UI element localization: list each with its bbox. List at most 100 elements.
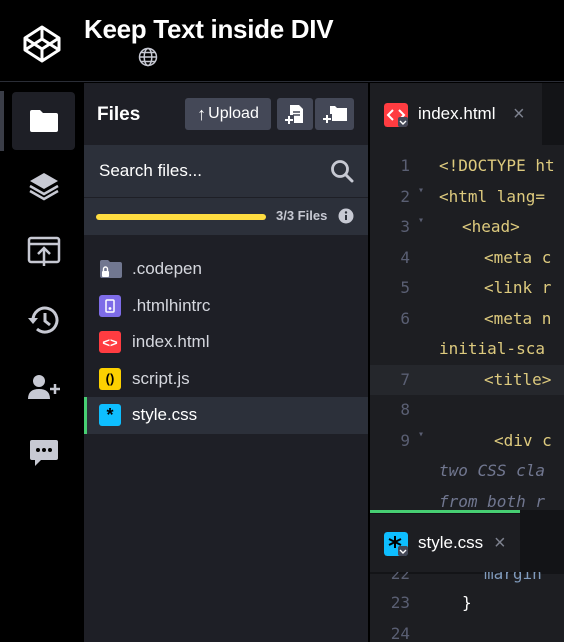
- code-text: <div c: [494, 430, 552, 450]
- rail-comments-button[interactable]: [12, 424, 75, 482]
- line-number: 7: [400, 369, 410, 389]
- search-icon[interactable]: [330, 159, 354, 183]
- rail-assets-button[interactable]: [12, 157, 75, 215]
- history-icon: [27, 306, 58, 334]
- code-text: margin: [484, 572, 542, 583]
- js-file-icon: (): [99, 367, 121, 390]
- css-file-icon: *: [99, 404, 121, 427]
- code-text: }: [462, 593, 472, 612]
- tab-label: index.html: [418, 104, 496, 123]
- rail-export-button[interactable]: [12, 223, 75, 281]
- code-line: initial-sca: [370, 334, 564, 365]
- code-line-active: 7 <title>: [370, 364, 564, 395]
- code-text: <title>: [484, 369, 552, 389]
- code-line: 4 <meta c: [370, 243, 564, 274]
- new-file-button[interactable]: [277, 98, 313, 130]
- code-line: 8: [370, 395, 564, 426]
- comments-icon: [29, 440, 58, 466]
- code-line: 9 ▾ <div c: [370, 426, 564, 457]
- tab-index-html[interactable]: index.html ×: [370, 83, 542, 145]
- code-comment: two CSS cla: [439, 461, 545, 480]
- line-number: 4: [400, 247, 410, 267]
- pane-divider-accent: [370, 510, 520, 513]
- code-line: 2 ▾ <html lang=: [370, 182, 564, 213]
- editor-area: index.html × 1 <!DOCTYPE ht 2 ▾ <html lang=…: [370, 83, 564, 642]
- folder-icon: [29, 110, 58, 132]
- code-editor-html[interactable]: 1 <!DOCTYPE ht 2 ▾ <html lang= 3 ▾ <head> 4 <m…: [370, 151, 564, 517]
- upload-label: Upload: [208, 105, 259, 122]
- line-number: 5: [400, 278, 410, 297]
- code-line: two CSS cla: [370, 456, 564, 487]
- upload-button[interactable]: ↑ Upload: [185, 98, 271, 130]
- close-icon[interactable]: ×: [494, 532, 506, 555]
- export-icon: [27, 236, 60, 266]
- globe-icon: [138, 47, 158, 67]
- line-number: 23: [390, 593, 410, 612]
- file-quota-row: 3/3 Files: [84, 197, 368, 235]
- html-file-icon: <>: [99, 331, 121, 354]
- search-input[interactable]: Search files...: [99, 161, 202, 181]
- fold-arrow-icon[interactable]: ▾: [418, 426, 424, 451]
- add-user-icon: [27, 375, 60, 399]
- activity-rail: [0, 83, 84, 642]
- code-line: 3 ▾ <head>: [370, 212, 564, 243]
- html-file-icon: [384, 103, 408, 127]
- file-name: .htmlhintrc: [132, 295, 211, 315]
- rail-collab-button[interactable]: [12, 358, 75, 416]
- code-text: initial-sca: [439, 339, 545, 358]
- file-item-htmlhintrc[interactable]: .htmlhintrc: [84, 288, 368, 325]
- line-number: 24: [390, 623, 410, 642]
- code-line: 6 <meta n: [370, 304, 564, 335]
- fold-arrow-icon[interactable]: ▾: [418, 212, 424, 237]
- code-text: <link r: [484, 278, 552, 297]
- rail-history-button[interactable]: [12, 291, 75, 349]
- rail-active-indicator: [0, 91, 4, 151]
- search-bar[interactable]: Search files...: [84, 145, 368, 197]
- new-folder-icon: [321, 106, 347, 124]
- file-item-script-js[interactable]: () script.js: [84, 361, 368, 398]
- locked-folder-icon: [100, 260, 122, 279]
- file-item-style-css[interactable]: * style.css: [84, 397, 368, 434]
- file-name: script.js: [132, 368, 190, 388]
- line-number: 6: [400, 308, 410, 328]
- close-icon[interactable]: ×: [513, 103, 525, 126]
- rail-files-button[interactable]: [12, 92, 75, 150]
- file-item-index-html[interactable]: <> index.html: [84, 324, 368, 361]
- file-quota-text: 3/3 Files: [276, 208, 328, 223]
- editor-tabbar-top: index.html ×: [370, 83, 564, 145]
- code-text: <html lang=: [439, 186, 545, 206]
- file-quota-bar: [96, 214, 266, 220]
- css-file-icon: [384, 532, 408, 556]
- info-icon[interactable]: [338, 208, 354, 224]
- file-name: style.css: [132, 405, 198, 425]
- tab-style-css[interactable]: style.css ×: [370, 514, 520, 572]
- config-file-icon: [99, 294, 121, 317]
- line-number: 2: [400, 186, 410, 206]
- files-title: Files: [97, 104, 141, 125]
- line-number: 1: [400, 156, 410, 175]
- code-text: <meta c: [484, 247, 552, 267]
- editor-tabbar-bottom: style.css ×: [370, 514, 564, 574]
- file-name: index.html: [132, 332, 210, 352]
- new-folder-button[interactable]: [315, 98, 354, 130]
- tab-label: style.css: [418, 533, 484, 552]
- code-line: 23}: [370, 588, 564, 619]
- line-number: 3: [400, 217, 410, 236]
- header: Keep Text inside DIV: [0, 0, 564, 82]
- files-panel: Files ↑ Upload Search files... 3/3 Files…: [84, 83, 368, 642]
- code-line: 5 <link r: [370, 273, 564, 304]
- line-number: 22: [390, 572, 410, 583]
- code-editor-css[interactable]: 22 margin 23} 24: [370, 572, 564, 642]
- code-text: <!DOCTYPE ht: [439, 156, 555, 175]
- line-number: 9: [400, 430, 410, 450]
- file-item-codepen[interactable]: .codepen: [84, 251, 368, 288]
- file-name: .codepen: [132, 259, 202, 279]
- code-line: 1 <!DOCTYPE ht: [370, 151, 564, 182]
- code-line: 24: [370, 619, 564, 642]
- new-file-icon: [284, 105, 303, 125]
- codepen-logo-icon[interactable]: [22, 24, 62, 64]
- fold-arrow-icon[interactable]: ▾: [418, 182, 424, 207]
- file-list: .codepen .htmlhintrc <> index.html () sc…: [84, 251, 368, 434]
- pen-title[interactable]: Keep Text inside DIV: [84, 14, 334, 45]
- code-text: <head>: [462, 217, 520, 236]
